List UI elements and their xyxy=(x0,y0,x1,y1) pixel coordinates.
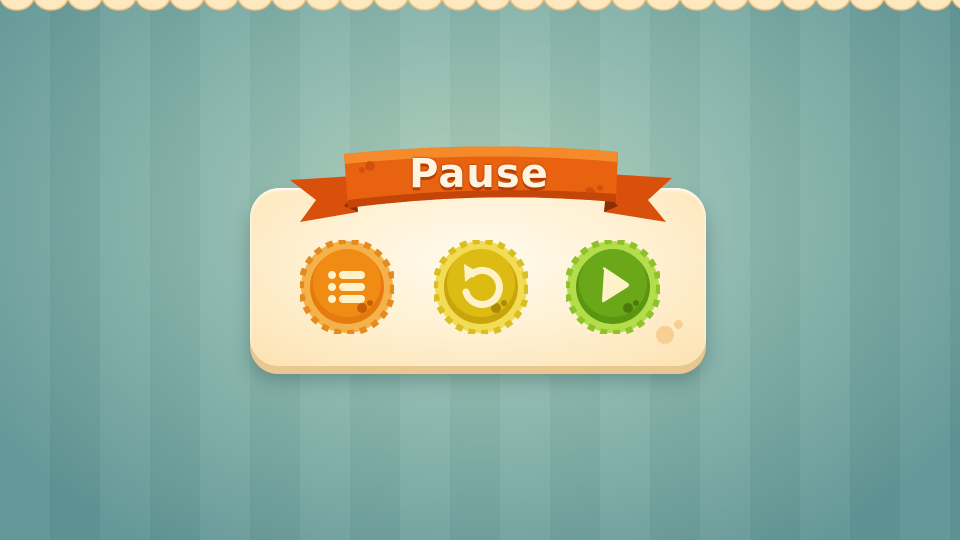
scallop-bump xyxy=(475,0,511,11)
scallop-bump xyxy=(373,0,409,11)
scallop-bump xyxy=(0,0,35,11)
resume-button[interactable] xyxy=(566,240,660,334)
scallop-bump xyxy=(883,0,919,11)
scallop-bump xyxy=(747,0,783,11)
scallop-bump xyxy=(441,0,477,11)
pause-title: Pause xyxy=(409,151,549,197)
scallop-bump xyxy=(543,0,579,11)
top-scallop-border xyxy=(0,0,960,14)
scallop-bump xyxy=(951,0,960,9)
scallop-bump xyxy=(645,0,681,11)
scallop-bump xyxy=(815,0,851,11)
menu-button[interactable] xyxy=(300,240,394,334)
scallop-bump xyxy=(611,0,647,11)
scallop-bump xyxy=(679,0,715,11)
scallop-bump xyxy=(781,0,817,11)
scallop-bump xyxy=(713,0,749,11)
scallop-bump xyxy=(339,0,375,11)
scallop-bump xyxy=(849,0,885,11)
scallop-bump xyxy=(67,0,103,11)
scallop-bump xyxy=(169,0,205,11)
scallop-bump xyxy=(509,0,545,11)
decor-dot xyxy=(674,320,683,329)
scallop-bump xyxy=(271,0,307,11)
play-triangle-icon xyxy=(602,267,629,303)
scallop-bump xyxy=(577,0,613,11)
restart-button[interactable] xyxy=(434,240,528,334)
scallop-bump xyxy=(305,0,341,11)
scallop-bump xyxy=(237,0,273,11)
list-menu-icon xyxy=(328,271,365,303)
scallop-bump xyxy=(33,0,69,11)
scallop-bump xyxy=(101,0,137,11)
scallop-bump xyxy=(203,0,239,11)
scallop-bump xyxy=(407,0,443,11)
scallop-bump xyxy=(917,0,953,11)
restart-arrow-icon xyxy=(462,264,503,308)
scallop-bump xyxy=(135,0,171,11)
